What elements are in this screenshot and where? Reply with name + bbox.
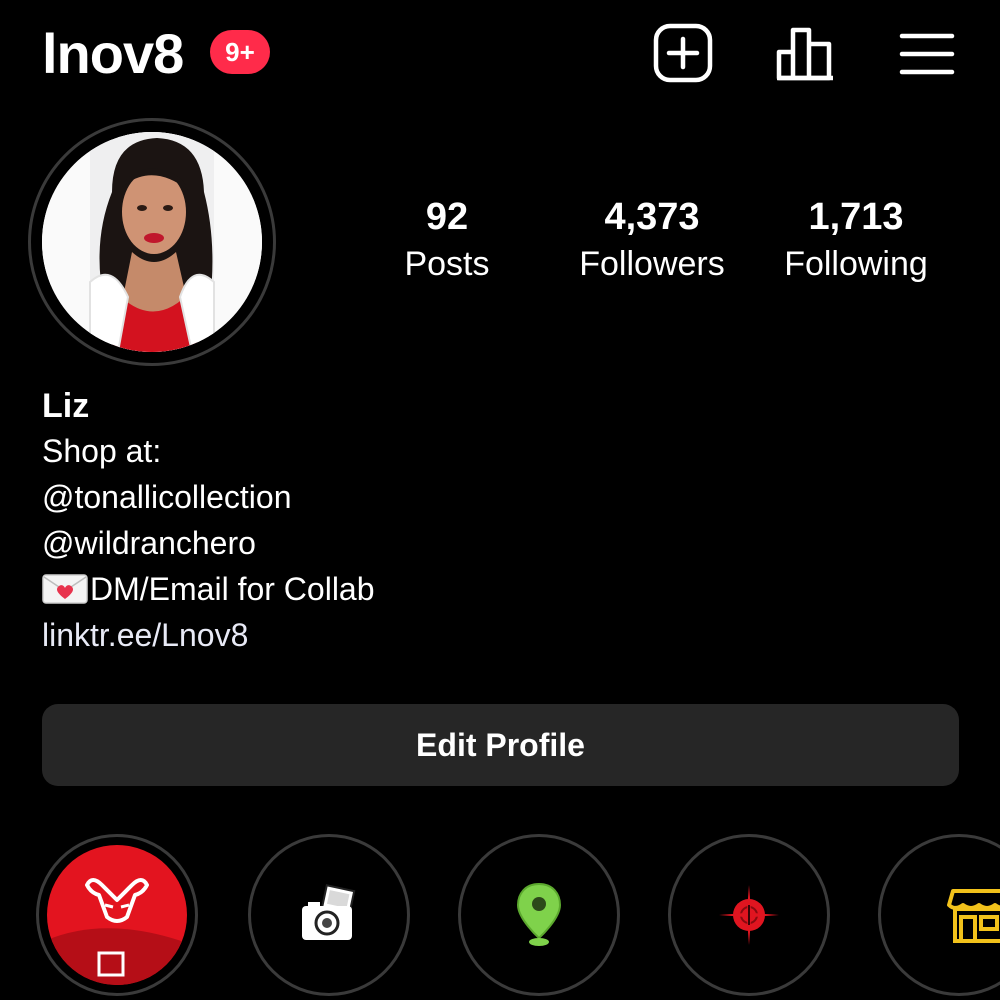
followers-count[interactable]: 4,373 Followers xyxy=(562,190,742,284)
bio-mention-tonallicollection[interactable]: @tonallicollection xyxy=(42,474,742,520)
posts-count-value: 92 xyxy=(425,196,469,238)
highlight-4[interactable] xyxy=(668,834,830,996)
following-count-value: 1,713 xyxy=(808,196,904,238)
bio-mention-wildranchero[interactable]: @wildranchero xyxy=(42,520,742,566)
bio-link[interactable]: linktr.ee/Lnov8 xyxy=(42,612,742,658)
following-count[interactable]: 1,713 Following xyxy=(770,190,942,284)
highlight-5[interactable] xyxy=(878,834,1000,996)
followers-count-label: Followers xyxy=(579,245,725,283)
insights-button[interactable] xyxy=(774,22,836,84)
store-icon xyxy=(947,889,1000,943)
new-post-button[interactable] xyxy=(652,22,714,84)
bull-hat-image xyxy=(47,845,187,985)
bio-line-collab: DM/Email for Collab xyxy=(42,566,742,612)
avatar[interactable] xyxy=(42,132,262,352)
profile-username[interactable]: lnov8 xyxy=(42,22,184,86)
target-icon xyxy=(719,885,779,945)
highlight-1[interactable] xyxy=(36,834,198,996)
highlight-3[interactable] xyxy=(458,834,620,996)
insights-icon xyxy=(776,27,833,81)
posts-count[interactable]: 92 Posts xyxy=(382,190,512,284)
location-pin-icon xyxy=(516,882,562,946)
avatar-portrait-image xyxy=(42,132,262,352)
profile-bio: Liz Shop at: @tonallicollection @wildran… xyxy=(42,384,742,658)
love-letter-icon xyxy=(42,574,88,604)
notification-badge[interactable]: 9+ xyxy=(210,30,270,74)
collab-text: DM/Email for Collab xyxy=(90,571,375,607)
highlight-1-cover xyxy=(47,845,187,985)
new-post-icon xyxy=(653,23,713,83)
menu-icon xyxy=(899,33,955,75)
posts-count-label: Posts xyxy=(404,245,490,283)
display-name: Liz xyxy=(42,387,90,425)
menu-button[interactable] xyxy=(896,22,958,84)
followers-count-value: 4,373 xyxy=(604,196,700,238)
highlight-2[interactable] xyxy=(248,834,410,996)
bio-line: Shop at: xyxy=(42,433,162,469)
camera-icon xyxy=(302,884,356,940)
following-count-label: Following xyxy=(784,245,928,283)
edit-profile-button[interactable]: Edit Profile xyxy=(42,704,959,786)
